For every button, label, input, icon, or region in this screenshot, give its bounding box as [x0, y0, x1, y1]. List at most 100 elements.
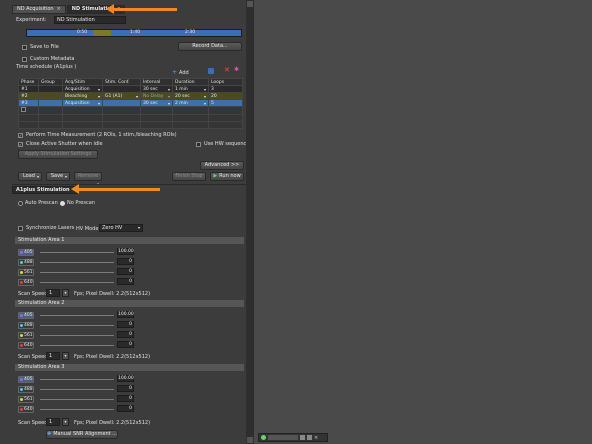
tab-nd-acquisition[interactable]: ND Acquisition × — [12, 5, 66, 14]
phase-up-icon[interactable] — [208, 68, 214, 74]
cell-conf[interactable]: G1 (A1) — [102, 92, 141, 100]
laser-value-field[interactable]: 0 — [117, 268, 134, 275]
laser-slider[interactable] — [40, 409, 114, 410]
laser-slider[interactable] — [40, 282, 114, 283]
cell-acq[interactable]: Acquisition — [62, 85, 103, 93]
timeline-bar[interactable]: 0:50 1:40 2:30 — [26, 29, 242, 37]
table-row[interactable]: #1 Acquisition 30 sec 1 min 3 — [18, 85, 243, 93]
close-shutter-checkbox[interactable] — [18, 141, 23, 147]
laser-value-field[interactable]: 100.00 — [117, 375, 134, 382]
laser-slider[interactable] — [40, 335, 114, 336]
load-button[interactable]: Load — [18, 172, 42, 181]
dock-window-icon[interactable] — [300, 435, 305, 440]
cell-interval[interactable]: 30 sec — [140, 85, 173, 93]
no-prescan-radio[interactable] — [60, 200, 65, 206]
laser-value-field[interactable]: 0 — [117, 258, 134, 265]
save-to-file-checkbox[interactable] — [22, 44, 27, 50]
scan-speed-field[interactable]: 1 — [46, 289, 60, 297]
laser-640-button[interactable]: 640 — [18, 342, 34, 349]
auto-prescan-radio[interactable] — [18, 200, 23, 206]
laser-405-button[interactable]: 405 — [18, 249, 34, 256]
laser-label: 640 — [24, 343, 33, 348]
cell-acq[interactable]: Bleaching — [62, 92, 103, 100]
laser-405-button[interactable]: 405 — [18, 312, 34, 319]
finish-stop-button[interactable]: Finish Stop — [172, 172, 206, 181]
save-button[interactable]: Save — [46, 172, 70, 181]
cell-duration[interactable]: 1 min — [172, 85, 209, 93]
cell-duration[interactable]: 20 sec — [172, 92, 209, 100]
laser-value-field[interactable]: 0 — [117, 395, 134, 402]
laser-561-button[interactable]: 561 — [18, 396, 34, 403]
panel-scrollbar[interactable] — [246, 0, 254, 444]
manual-alignment-button[interactable]: ✥ Manual SNR Alignment ... — [46, 430, 118, 439]
cell-loops[interactable]: 3 — [208, 85, 243, 93]
laser-640-button[interactable]: 640 — [18, 279, 34, 286]
stim-panel-title: A1plus Stimulation — [16, 187, 70, 193]
scan-speed-field[interactable]: 1 — [46, 418, 60, 426]
laser-value-field[interactable]: 100.00 — [117, 248, 134, 255]
close-icon[interactable]: × — [57, 6, 61, 13]
laser-dot-icon — [20, 261, 23, 264]
cell-loops[interactable]: 5 — [208, 99, 243, 107]
laser-value-field[interactable]: 0 — [117, 405, 134, 412]
experiment-field[interactable]: ND Stimulation — [54, 16, 126, 24]
laser-488-button[interactable]: 488 — [18, 259, 34, 266]
advanced-button[interactable]: Advanced >> — [200, 161, 244, 170]
run-now-button[interactable]: ▶ Run now — [210, 172, 244, 181]
laser-value-field[interactable]: 0 — [117, 321, 134, 328]
laser-slider[interactable] — [40, 345, 114, 346]
no-prescan-label: No Prescan — [67, 200, 95, 206]
sync-lasers-checkbox[interactable] — [18, 225, 23, 231]
image-view-area[interactable] — [256, 0, 592, 444]
cell-interval[interactable]: No Delay — [140, 92, 173, 100]
laser-488-button[interactable]: 488 — [18, 386, 34, 393]
scan-speed-field[interactable]: 1 — [46, 352, 60, 360]
laser-value-field[interactable]: 100.00 — [117, 311, 134, 318]
laser-value-field[interactable]: 0 — [117, 278, 134, 285]
apply-stimulation-button[interactable]: Apply Stimulation Settings — [18, 150, 98, 159]
laser-561-button[interactable]: 561 — [18, 332, 34, 339]
scroll-up-icon[interactable] — [247, 1, 253, 7]
laser-dot-icon — [20, 388, 23, 391]
laser-slider[interactable] — [40, 399, 114, 400]
table-row[interactable]: #3 Acquisition 30 sec 2 min 5 — [18, 99, 243, 107]
laser-slider[interactable] — [40, 252, 114, 253]
laser-slider[interactable] — [40, 315, 114, 316]
laser-405-button[interactable]: 405 — [18, 376, 34, 383]
scan-speed-dropdown-icon[interactable]: ▾ — [62, 289, 69, 297]
new-row-checkbox[interactable] — [21, 107, 26, 112]
delete-icon[interactable]: ✕ — [224, 66, 230, 74]
cell-acq[interactable]: Acquisition — [62, 99, 103, 107]
use-hw-checkbox[interactable] — [196, 141, 201, 147]
custom-metadata-checkbox[interactable] — [22, 56, 27, 62]
cell-duration[interactable]: 2 min — [172, 99, 209, 107]
hv-mode-select[interactable]: Zero HV — [99, 224, 143, 232]
record-data-button[interactable]: Record Data... — [178, 42, 242, 51]
laser-value-field[interactable]: 0 — [117, 341, 134, 348]
close-icon[interactable]: × — [314, 435, 318, 441]
laser-slider[interactable] — [40, 389, 114, 390]
scroll-down-icon[interactable] — [247, 437, 253, 443]
scan-speed-dropdown-icon[interactable]: ▾ — [62, 352, 69, 360]
laser-slider[interactable] — [40, 262, 114, 263]
remove-button[interactable]: Remove — [74, 172, 102, 181]
table-row-new[interactable] — [18, 106, 243, 115]
perform-time-checkbox[interactable] — [18, 132, 23, 138]
laser-slider[interactable] — [40, 379, 114, 380]
laser-value-field[interactable]: 0 — [117, 385, 134, 392]
dock-restore-icon[interactable] — [307, 435, 312, 440]
laser-slider[interactable] — [40, 272, 114, 273]
table-row[interactable]: #2 Bleaching G1 (A1) No Delay 20 sec 20 — [18, 92, 243, 100]
laser-561-button[interactable]: 561 — [18, 269, 34, 276]
laser-488-button[interactable]: 488 — [18, 322, 34, 329]
scan-speed-dropdown-icon[interactable]: ▾ — [62, 418, 69, 426]
settings-icon[interactable]: ✱ — [234, 66, 239, 73]
laser-value-field[interactable]: 0 — [117, 331, 134, 338]
add-phase-button[interactable]: + Add — [172, 69, 189, 76]
cell-loops[interactable]: 20 — [208, 92, 243, 100]
tab-a1plus-stimulation[interactable]: A1plus Stimulation ▾ — [12, 186, 80, 194]
laser-slider[interactable] — [40, 325, 114, 326]
bottom-dock: × — [258, 433, 328, 442]
cell-interval[interactable]: 30 sec — [140, 99, 173, 107]
laser-640-button[interactable]: 640 — [18, 406, 34, 413]
